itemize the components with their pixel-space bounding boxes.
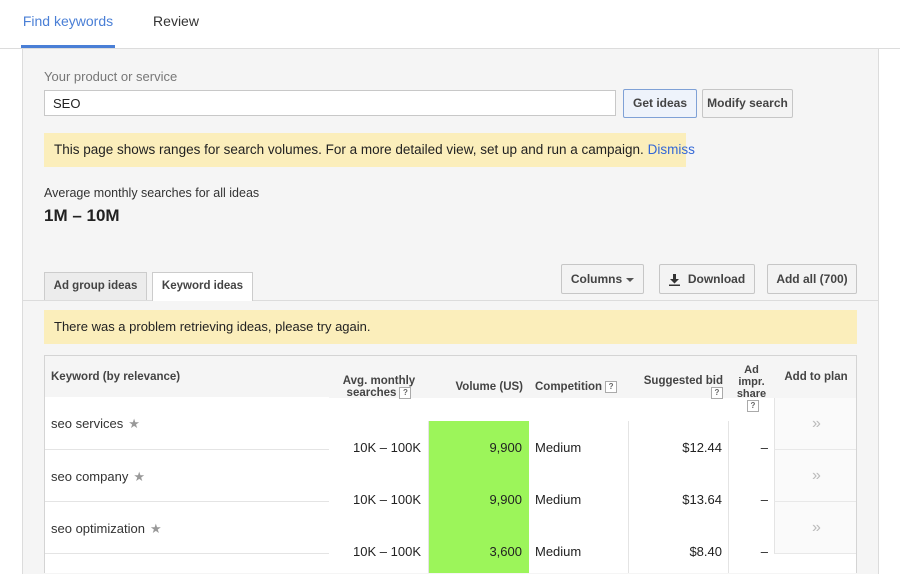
help-icon[interactable]: ? (399, 386, 412, 399)
col-header-ad-impr-share[interactable]: Ad impr. share? (729, 356, 774, 413)
search-volume-notice: This page shows ranges for search volume… (44, 133, 695, 167)
error-banner: There was a problem retrieving ideas, pl… (44, 310, 857, 344)
notice-text: This page shows ranges for search volume… (54, 142, 644, 157)
star-icon[interactable]: ★ (128, 416, 140, 431)
avg-monthly-label: Average monthly searches for all ideas (44, 186, 260, 200)
download-icon (668, 273, 680, 286)
product-search-input[interactable] (44, 90, 616, 116)
help-icon[interactable]: ? (711, 386, 723, 399)
ad-share-cell: – (729, 525, 774, 573)
dismiss-link[interactable]: Dismiss (648, 142, 695, 157)
avg-monthly-cell: 10K – 100K (329, 421, 429, 473)
star-icon[interactable]: ★ (150, 521, 162, 536)
row-divider (45, 553, 329, 554)
ad-share-cell: – (729, 421, 774, 473)
keyword-text: seo services (51, 416, 124, 431)
download-label: Download (687, 272, 746, 286)
columns-button[interactable]: Columns (561, 264, 644, 294)
tab-find-keywords[interactable]: Find keywords (21, 0, 115, 48)
suggested-bid-cell: $12.44 (629, 421, 729, 473)
col-header-competition[interactable]: Competition? (529, 356, 629, 398)
avg-monthly-cell: 10K – 100K (329, 525, 429, 573)
table-row: 10K – 100K 9,900 Medium $13.64 – (329, 473, 856, 525)
search-panel (22, 49, 879, 300)
keyword-text: seo company (51, 469, 129, 484)
modify-search-button[interactable]: Modify search (702, 89, 793, 118)
top-tab-bar: Find keywords Review plan (0, 0, 900, 71)
competition-cell: Medium (529, 525, 629, 573)
competition-cell: Medium (529, 473, 629, 525)
col-header-keyword[interactable]: Keyword (by relevance) (51, 356, 321, 398)
competition-cell: Medium (529, 421, 629, 473)
col-header-avg-monthly[interactable]: Avg. monthly searches? (329, 356, 429, 400)
download-button[interactable]: Download (659, 264, 755, 294)
tab-keyword-ideas[interactable]: Keyword ideas (152, 272, 253, 301)
help-icon[interactable]: ? (605, 380, 618, 393)
keyword-text: seo optimization (51, 521, 145, 536)
tab-review-plan[interactable]: Review plan (140, 0, 212, 71)
col-header-volume[interactable]: Volume (US) (429, 356, 529, 398)
volume-cell: 9,900 (429, 473, 529, 525)
help-icon[interactable]: ? (746, 400, 759, 413)
table-row: 10K – 100K 9,900 Medium $12.44 – (329, 421, 856, 473)
caret-down-icon (626, 277, 635, 282)
avg-header-line2: searches (346, 387, 397, 400)
keyword-cell: seo services ★ (45, 397, 329, 449)
keyword-cell: seo optimization ★ (45, 502, 329, 554)
add-all-button[interactable]: Add all (700) (767, 264, 857, 294)
suggested-bid-cell: $8.40 (629, 525, 729, 573)
columns-label: Columns (570, 272, 623, 286)
keyword-ideas-table: Keyword (by relevance) Avg. monthly sear… (44, 355, 857, 573)
table-row: 10K – 100K 3,600 Medium $8.40 – (329, 525, 856, 573)
keyword-cell: seo company ★ (45, 450, 329, 502)
ad-share-cell: – (729, 473, 774, 525)
avg-header-line1: Avg. monthly (342, 374, 416, 387)
col-header-add-to-plan: Add to plan (784, 371, 848, 383)
tab-ad-group-ideas[interactable]: Ad group ideas (44, 272, 147, 300)
col-header-suggested-bid[interactable]: Suggested bid? (629, 356, 729, 399)
suggested-bid-cell: $13.64 (629, 473, 729, 525)
avg-monthly-value: 1M – 10M (44, 206, 120, 225)
product-label: Your product or service (44, 69, 178, 84)
volume-cell: 3,600 (429, 525, 529, 573)
volume-cell: 9,900 (429, 421, 529, 473)
avg-monthly-cell: 10K – 100K (329, 473, 429, 525)
get-ideas-button[interactable]: Get ideas (623, 89, 697, 118)
star-icon[interactable]: ★ (133, 469, 145, 484)
